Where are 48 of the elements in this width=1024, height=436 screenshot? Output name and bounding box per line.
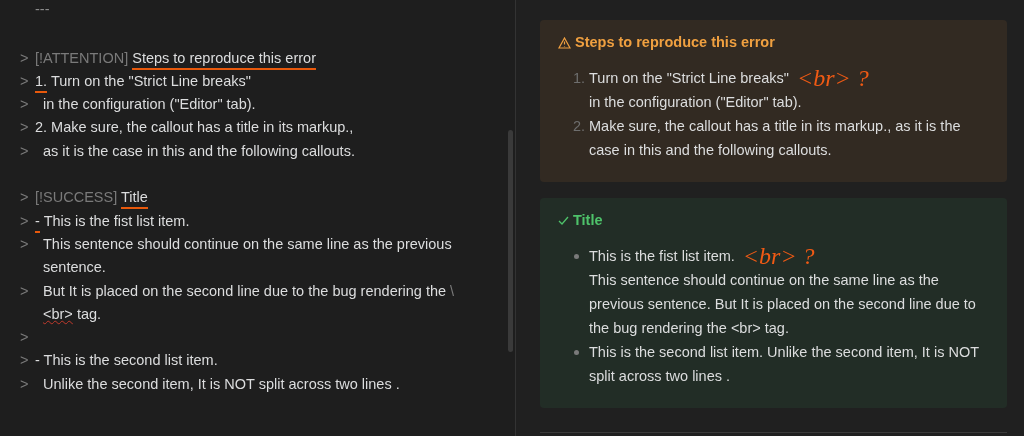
- quote-marker: >: [20, 374, 30, 394]
- quote-marker: >: [20, 234, 30, 254]
- markdown-text: Unlike the second item, It is NOT split across two lines .: [43, 375, 400, 392]
- warning-icon: [558, 36, 571, 49]
- markdown-text: This is the fist list item.: [43, 212, 190, 229]
- markdown-text: <br>: [43, 305, 73, 322]
- quote-marker: >: [20, 281, 30, 301]
- quote-marker: >: [20, 328, 30, 348]
- markdown-text: in the configuration ("Editor" tab).: [43, 96, 256, 113]
- callout-type-markup: [!SUCCESS]: [35, 189, 118, 206]
- list-item-text: Make sure, the callout has a title in its markup., as it is the case in this and the following callouts.: [589, 116, 962, 160]
- quote-marker: >: [20, 118, 30, 138]
- markdown-text: 1.: [35, 72, 48, 93]
- list-number: 2.: [572, 116, 585, 136]
- markdown-text: Steps to reproduce this error: [132, 49, 316, 70]
- markdown-text: Turn on the "Strict Line breaks": [50, 72, 251, 89]
- horizontal-rule-markup: ---: [34, 0, 51, 19]
- markdown-text: But It is placed on the second line due to the bug rendering the: [43, 282, 447, 299]
- callout-title: Steps to reproduce this error: [575, 33, 775, 52]
- markdown-text: 2. Make sure, the callout has a title in its markup.,: [35, 119, 354, 136]
- bullet: [574, 349, 579, 355]
- handwritten-annotation: <br> ?: [742, 243, 815, 268]
- quote-marker: >: [20, 141, 30, 161]
- quote-marker: >: [20, 95, 30, 115]
- bullet: [574, 253, 579, 259]
- callout-title: Title: [573, 210, 603, 230]
- list-item-text: Turn on the "Strict Line breaks": [589, 68, 789, 88]
- markdown-text: Title: [120, 189, 148, 210]
- quote-marker: >: [20, 351, 30, 371]
- scrollbar-thumb[interactable]: [508, 130, 513, 352]
- check-icon: [558, 216, 569, 226]
- list-item-text: This sentence should continue on the same line as the previous sentence. But It is placed on the second line due to the bug rendering the <br> tag.: [589, 270, 977, 338]
- callout-type-markup: \: [450, 282, 455, 299]
- markdown-text: -: [35, 212, 40, 233]
- quote-marker: >: [20, 188, 30, 208]
- callout-type-markup: [!ATTENTION]: [35, 49, 129, 66]
- markdown-text: This sentence should continue on the same line as the previous sentence.: [43, 235, 452, 276]
- list-item-text: This is the fist list item.: [589, 246, 735, 266]
- quote-marker: >: [20, 211, 30, 231]
- quote-marker: >: [20, 71, 30, 91]
- list-item-text: This is the second list item. Unlike the second item, It is NOT split across two lines .: [589, 342, 980, 386]
- markdown-text: as it is the case in this and the following callouts.: [43, 142, 355, 159]
- handwritten-annotation: <br> ?: [796, 65, 869, 90]
- markdown-text: tag.: [76, 305, 102, 322]
- list-item-text: in the configuration ("Editor" tab).: [589, 92, 802, 112]
- list-number: 1.: [572, 68, 585, 88]
- quote-marker: >: [20, 48, 30, 68]
- markdown-text: - This is the second list item.: [35, 352, 218, 369]
